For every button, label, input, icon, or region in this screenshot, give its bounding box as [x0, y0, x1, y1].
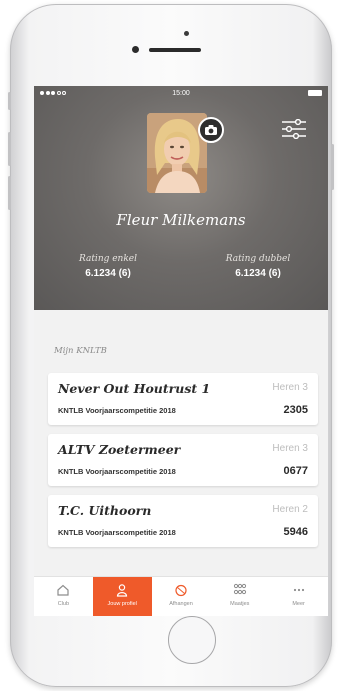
section-title: Mijn KNLTB [54, 346, 107, 356]
battery-icon [308, 90, 322, 96]
team-name: ALTV Zoetermeer [58, 442, 181, 457]
tab-label: Meer [292, 601, 305, 607]
status-bar: 15:00 [34, 86, 328, 102]
front-camera [184, 31, 189, 36]
tab-label: Afhangen [169, 601, 193, 607]
tab-bar: Club Jouw profiel Afhangen Maatjes Meer [34, 576, 328, 616]
camera-icon[interactable] [198, 117, 224, 143]
earpiece-speaker [149, 48, 201, 52]
rating-single: Rating enkel 6.1234 (6) [48, 254, 168, 279]
rating-double-value: 6.1234 (6) [235, 268, 281, 279]
team-number: 0677 [283, 465, 308, 477]
team-number: 5946 [283, 526, 308, 538]
volume-down-button [8, 176, 11, 210]
rating-single-label: Rating enkel [78, 254, 138, 264]
profile-header: 15:00 Fleur Milkemans Rating enkel 6.123… [34, 86, 328, 310]
team-name: T.C. Uithoorn [58, 503, 152, 518]
team-number: 2305 [283, 404, 308, 416]
rating-single-value: 6.1234 (6) [85, 268, 131, 279]
tab-afhangen[interactable]: Afhangen [152, 577, 211, 616]
tab-club[interactable]: Club [34, 577, 93, 616]
sensor-dot [132, 46, 139, 53]
more-icon [293, 588, 304, 592]
rating-double: Rating dubbel 6.1234 (6) [198, 254, 318, 279]
app-screen: 15:00 Fleur Milkemans Rating enkel 6.123… [34, 86, 328, 616]
status-time: 15:00 [172, 90, 190, 97]
power-button [331, 144, 334, 190]
team-card[interactable]: Never Out Houtrust 1 Heren 3 KNTLB Voorj… [48, 373, 318, 425]
group-icon [233, 583, 246, 595]
tab-label: Club [57, 601, 70, 607]
mute-switch [8, 92, 11, 110]
tab-maatjes[interactable]: Maatjes [210, 577, 269, 616]
tab-label: Jouw profiel [107, 601, 137, 607]
team-card[interactable]: T.C. Uithoorn Heren 2 KNTLB Voorjaarscom… [48, 495, 318, 547]
volume-up-button [8, 132, 11, 166]
team-division: Heren 3 [272, 443, 308, 454]
rating-double-label: Rating dubbel [225, 254, 291, 264]
tab-label: Maatjes [230, 601, 250, 607]
team-competition: KNTLB Voorjaarscompetitie 2018 [58, 528, 176, 537]
home-icon [57, 584, 69, 596]
profile-name: Fleur Milkemans [116, 211, 246, 229]
home-button[interactable] [168, 616, 216, 664]
team-card[interactable]: ALTV Zoetermeer Heren 3 KNTLB Voorjaarsc… [48, 434, 318, 486]
tennis-ball-icon [175, 584, 187, 597]
team-competition: KNTLB Voorjaarscompetitie 2018 [58, 406, 176, 415]
tab-meer[interactable]: Meer [269, 577, 328, 616]
person-icon [117, 584, 128, 597]
team-list: Never Out Houtrust 1 Heren 3 KNTLB Voorj… [48, 373, 318, 556]
settings-sliders-icon[interactable] [282, 118, 306, 140]
tab-profile[interactable]: Jouw profiel [92, 577, 152, 616]
team-division: Heren 2 [272, 504, 308, 515]
team-name: Never Out Houtrust 1 [58, 381, 211, 396]
team-competition: KNTLB Voorjaarscompetitie 2018 [58, 467, 176, 476]
team-division: Heren 3 [272, 382, 308, 393]
